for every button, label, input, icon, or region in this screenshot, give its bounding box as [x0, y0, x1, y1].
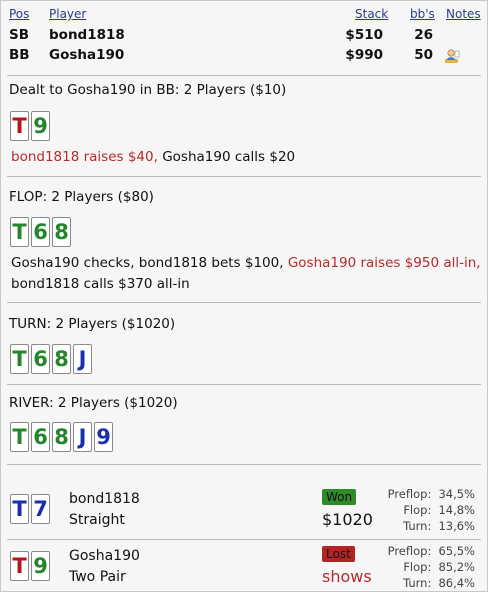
- equity-label: Turn:: [403, 576, 432, 590]
- equity-value: 65,5%: [438, 544, 475, 558]
- equity-value: 13,6%: [438, 519, 475, 533]
- flop-action: Gosha190 checks, bond1818 bets $100, Gos…: [11, 253, 481, 295]
- players-table: Pos Player Stack bb's Notes SB bond1818 …: [1, 7, 487, 67]
- card: J: [73, 344, 92, 374]
- turn-cards: T 6 8 J: [10, 344, 92, 376]
- flop-cards: T 6 8: [10, 217, 71, 249]
- won-amount: $1020: [322, 510, 373, 529]
- divider: [7, 75, 481, 76]
- preflop-action: bond1818 raises $40, Gosha190 calls $20: [11, 147, 481, 168]
- equity-label: Flop:: [403, 503, 432, 517]
- card: 9: [31, 551, 50, 581]
- result-hand: Straight: [69, 512, 125, 528]
- river-title: RIVER: 2 Players ($1020): [9, 395, 178, 411]
- player-stack: $510: [345, 27, 383, 43]
- card: 9: [94, 422, 113, 452]
- col-player-header[interactable]: Player: [49, 7, 86, 21]
- raise-action: Gosha190 raises $950 all-in,: [287, 255, 481, 271]
- equity-stats: Preflop: 34,5% Flop: 14,8% Turn: 13,6%: [388, 486, 475, 534]
- card: T: [10, 111, 29, 141]
- equity-label: Preflop:: [387, 487, 432, 501]
- card: 6: [31, 422, 50, 452]
- shows-label: shows: [322, 567, 372, 586]
- check-bet-action: Gosha190 checks, bond1818 bets $100,: [11, 255, 288, 271]
- player-bbs: 26: [414, 27, 433, 43]
- shown-cards: T 7: [10, 494, 50, 526]
- card: T: [10, 344, 29, 374]
- divider: [7, 384, 481, 385]
- equity-label: Preflop:: [387, 544, 432, 558]
- card: 8: [52, 344, 71, 374]
- col-bbs-header[interactable]: bb's: [410, 7, 435, 21]
- result-player-name: Gosha190: [69, 548, 140, 564]
- won-badge: Won: [322, 489, 357, 505]
- card: 8: [52, 217, 71, 247]
- equity-value: 34,5%: [438, 487, 475, 501]
- result-hand: Two Pair: [69, 569, 126, 585]
- card: 9: [31, 111, 50, 141]
- card: T: [10, 422, 29, 452]
- equity-label: Flop:: [403, 560, 432, 574]
- card: 8: [52, 422, 71, 452]
- lost-badge: Lost: [322, 546, 355, 562]
- turn-title: TURN: 2 Players ($1020): [9, 316, 176, 332]
- card: T: [10, 494, 29, 524]
- raise-action: bond1818 raises $40,: [11, 149, 158, 165]
- col-pos-header[interactable]: Pos: [9, 7, 29, 21]
- card: 6: [31, 344, 50, 374]
- player-row-bb[interactable]: BB Gosha190 $990 50: [1, 47, 487, 67]
- card: 6: [31, 217, 50, 247]
- col-notes-header[interactable]: Notes: [446, 7, 481, 21]
- shown-cards: T 9: [10, 551, 50, 583]
- equity-stats: Preflop: 65,5% Flop: 85,2% Turn: 86,4%: [388, 543, 475, 591]
- player-stack: $990: [345, 47, 383, 63]
- result-player-name: bond1818: [69, 491, 140, 507]
- card: 7: [31, 494, 50, 524]
- equity-value: 85,2%: [438, 560, 475, 574]
- player-bbs: 50: [414, 47, 433, 63]
- hole-cards: T 9: [10, 111, 50, 143]
- player-pos: SB: [9, 27, 30, 43]
- card: T: [10, 217, 29, 247]
- card: T: [10, 551, 29, 581]
- user-note-icon[interactable]: [444, 48, 460, 64]
- preflop-title: Dealt to Gosha190 in BB: 2 Players ($10): [9, 82, 287, 98]
- call-action: bond1818 calls $370 all-in: [11, 276, 190, 292]
- flop-title: FLOP: 2 Players ($80): [9, 189, 154, 205]
- equity-value: 14,8%: [438, 503, 475, 517]
- player-pos: BB: [9, 47, 30, 63]
- player-name[interactable]: bond1818: [49, 27, 125, 43]
- divider: [7, 176, 481, 177]
- call-action: Gosha190 calls $20: [157, 149, 296, 165]
- col-stack-header[interactable]: Stack: [355, 7, 388, 21]
- players-table-header: Pos Player Stack bb's Notes: [1, 7, 487, 27]
- equity-value: 86,4%: [438, 576, 475, 590]
- card: J: [73, 422, 92, 452]
- river-cards: T 6 8 J 9: [10, 422, 113, 454]
- divider: [7, 464, 481, 465]
- player-row-sb[interactable]: SB bond1818 $510 26: [1, 27, 487, 47]
- equity-label: Turn:: [403, 519, 432, 533]
- divider: [7, 302, 481, 303]
- divider: [7, 539, 481, 540]
- player-name[interactable]: Gosha190: [49, 47, 124, 63]
- hand-replay-panel: Pos Player Stack bb's Notes SB bond1818 …: [0, 0, 488, 592]
